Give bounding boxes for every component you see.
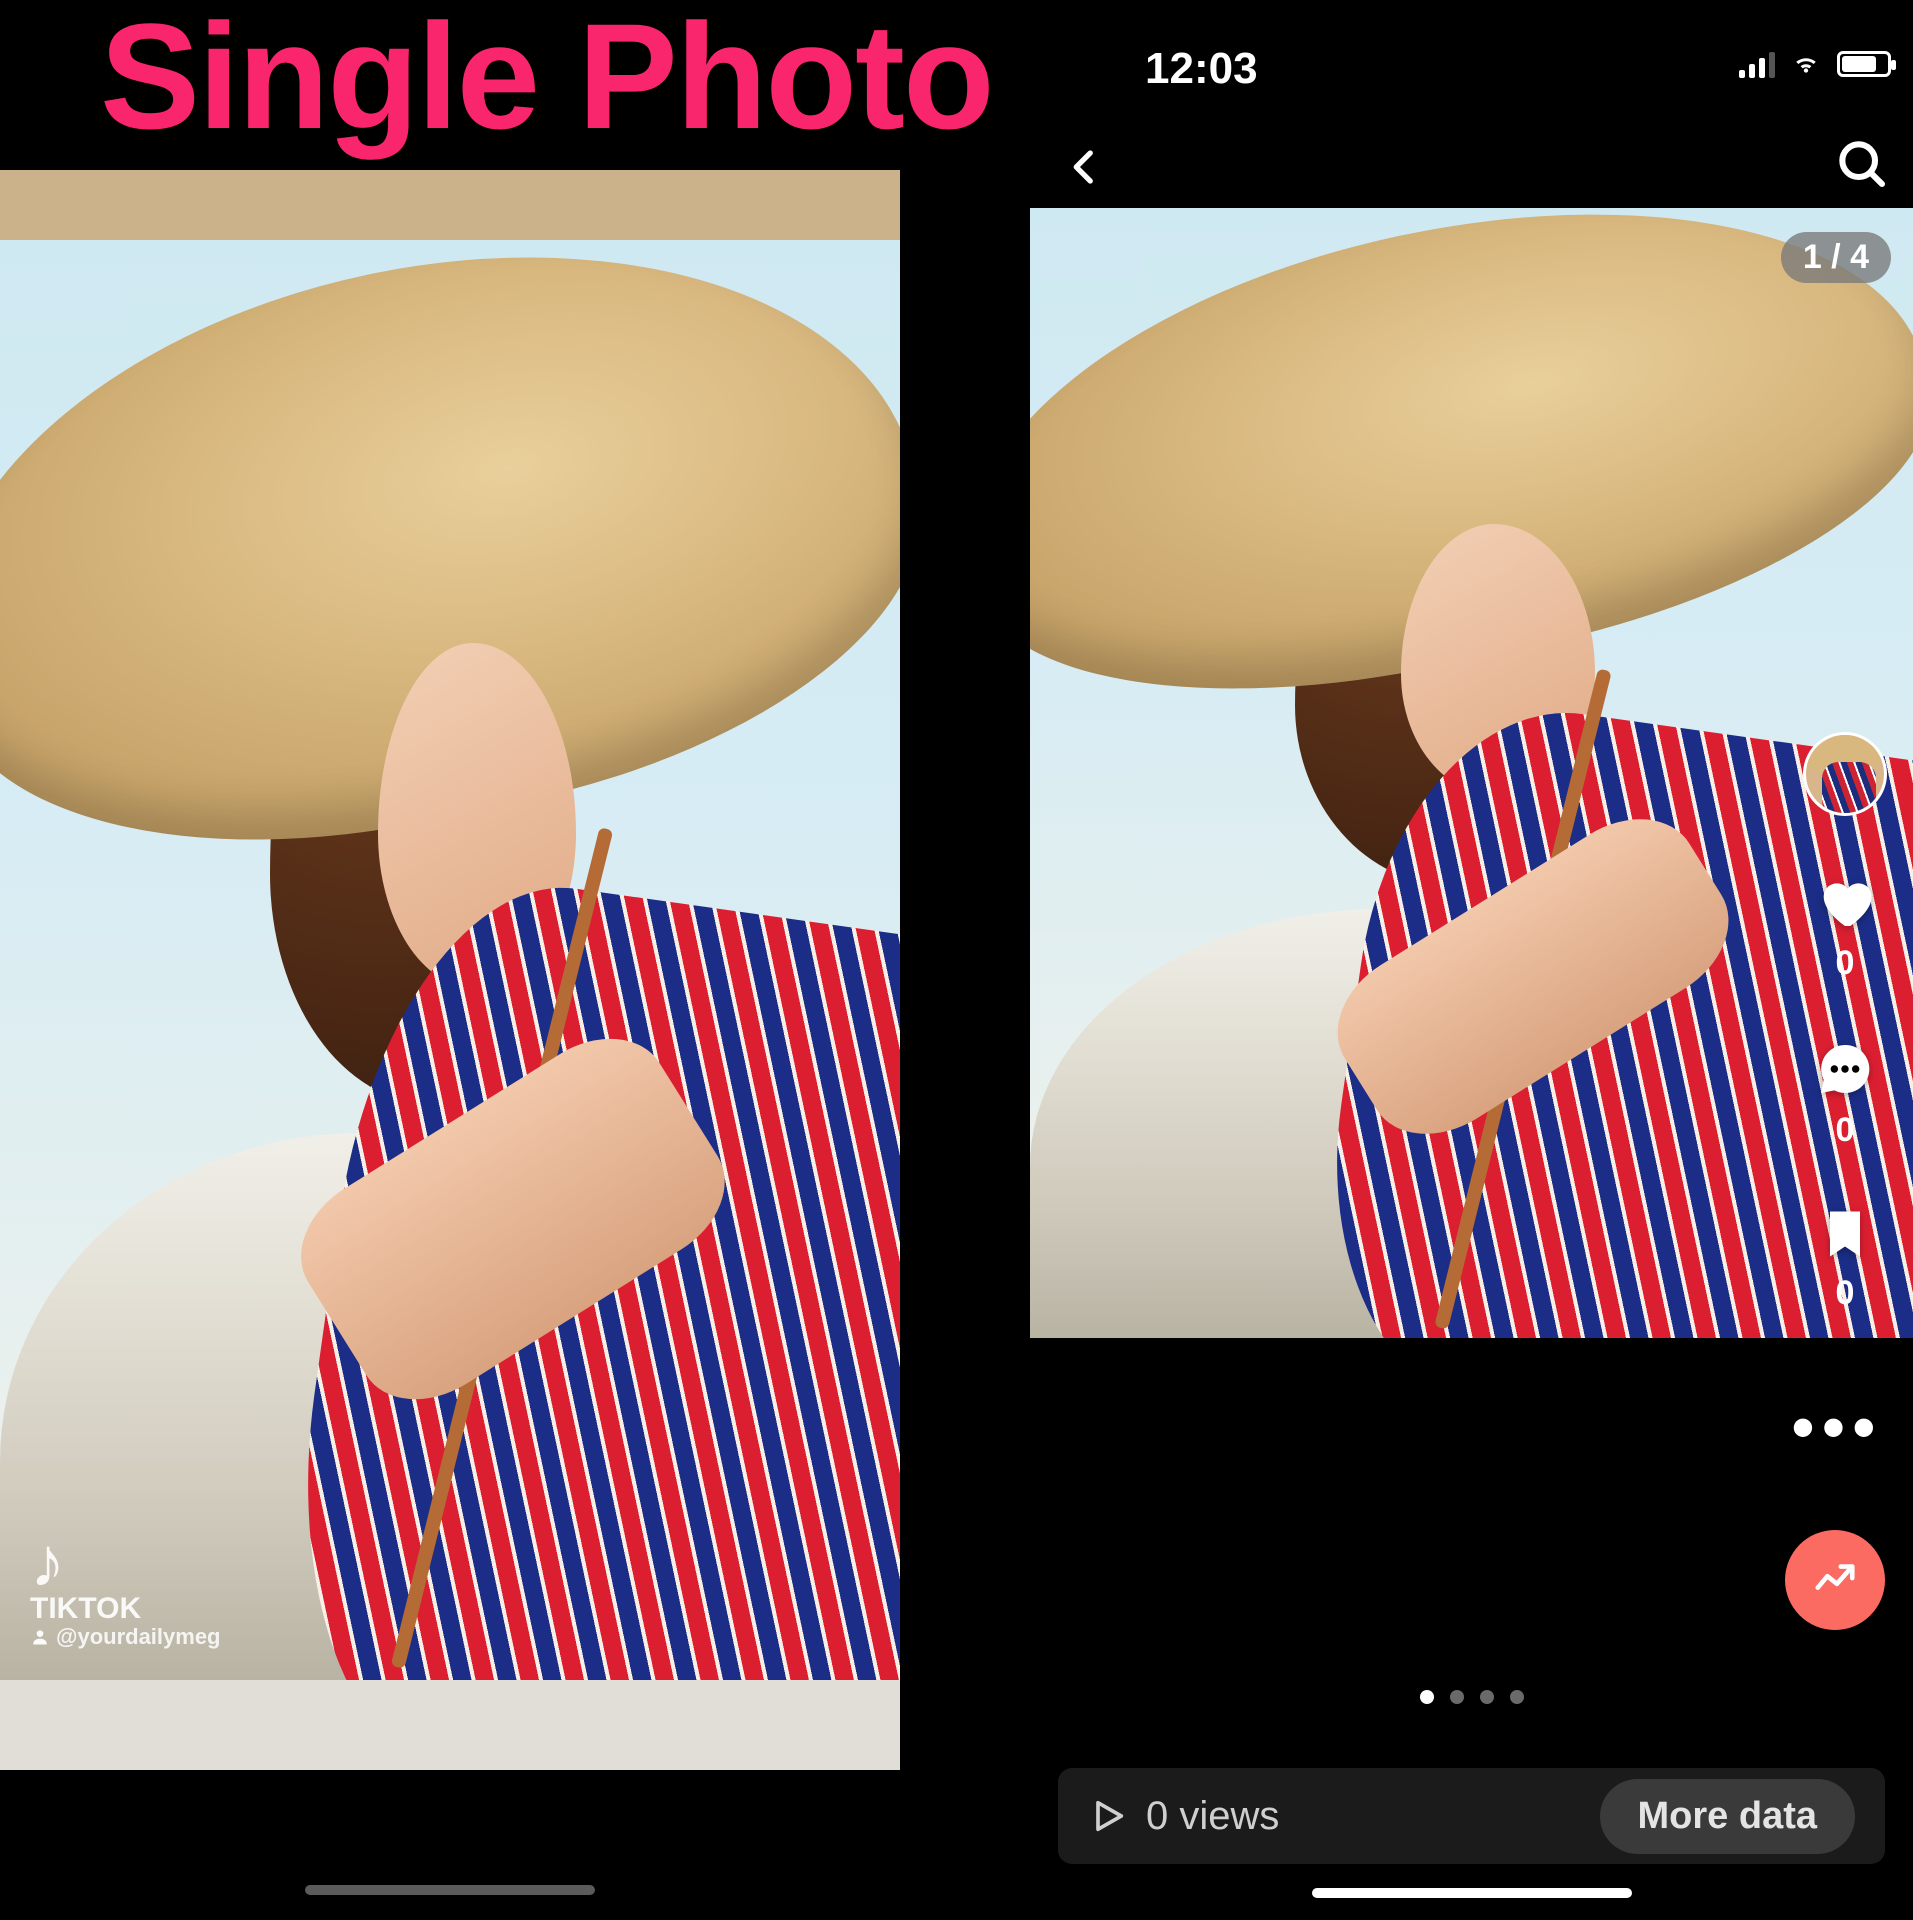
comment-count: 0 [1836, 1111, 1855, 1150]
battery-icon [1837, 51, 1891, 77]
analytics-bottom-bar: 0 views More data [1058, 1768, 1885, 1864]
save-count: 0 [1836, 1274, 1855, 1313]
comment-icon [1813, 1037, 1877, 1101]
single-photo-image [0, 240, 900, 1680]
carousel-panel: 12:03 1 / 4 0 [1030, 0, 1913, 1920]
bookmark-icon [1815, 1204, 1875, 1264]
heart-icon [1813, 870, 1877, 934]
like-count: 0 [1836, 944, 1855, 983]
watermark-handle: @yourdailymeg [30, 1624, 221, 1650]
like-button[interactable]: 0 [1813, 870, 1877, 983]
more-icon[interactable]: ••• [1792, 1390, 1883, 1464]
analytics-icon [1812, 1557, 1858, 1603]
top-nav [1030, 135, 1913, 205]
tiktok-logo-icon: ♪ [30, 1522, 221, 1602]
signal-icon [1739, 50, 1775, 78]
black-footer-strip [0, 1770, 900, 1920]
letterbox-bottom [0, 1680, 900, 1770]
home-indicator[interactable] [1312, 1888, 1632, 1898]
action-rail: 0 0 0 [1797, 732, 1893, 1313]
dot-3[interactable] [1480, 1690, 1494, 1704]
views-text: 0 views [1146, 1794, 1279, 1839]
profile-avatar[interactable] [1803, 732, 1887, 816]
wifi-icon [1789, 51, 1823, 77]
back-icon[interactable] [1064, 141, 1106, 193]
heading-single-photo: Single Photo [100, 0, 993, 163]
tiktok-watermark: ♪ TIKTOK @yourdailymeg [30, 1522, 221, 1650]
watermark-brand: TIKTOK [30, 1592, 221, 1626]
more-data-button[interactable]: More data [1600, 1779, 1855, 1854]
search-icon[interactable] [1833, 135, 1889, 191]
dot-4[interactable] [1510, 1690, 1524, 1704]
status-bar: 12:03 [1030, 44, 1913, 114]
carousel-page-badge: 1 / 4 [1781, 232, 1891, 283]
dot-2[interactable] [1450, 1690, 1464, 1704]
analytics-fab[interactable] [1785, 1530, 1885, 1630]
dot-1[interactable] [1420, 1690, 1434, 1704]
letterbox-top [0, 170, 900, 240]
home-indicator[interactable] [305, 1885, 595, 1895]
single-photo-panel: ♪ TIKTOK @yourdailymeg [0, 170, 900, 1770]
carousel-photo[interactable] [1030, 208, 1913, 1338]
carousel-dots[interactable] [1420, 1690, 1524, 1704]
play-outline-icon [1088, 1796, 1128, 1836]
views-display: 0 views [1088, 1794, 1279, 1839]
comment-button[interactable]: 0 [1813, 1037, 1877, 1150]
save-button[interactable]: 0 [1815, 1204, 1875, 1313]
status-time: 12:03 [1145, 44, 1258, 94]
